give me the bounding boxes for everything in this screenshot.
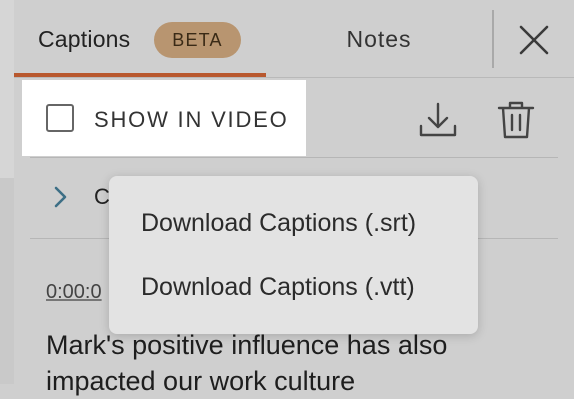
close-icon (519, 25, 549, 55)
caption-timestamp[interactable]: 0:00:0 (46, 281, 108, 304)
tabs-divider (492, 10, 494, 68)
download-vtt-option[interactable]: Download Captions (.vtt) (109, 256, 478, 318)
left-strip-upper (0, 0, 14, 178)
show-in-video-label: SHOW IN VIDEO (94, 107, 289, 132)
caption-text: Mark's positive influence has also impac… (46, 330, 448, 396)
tab-notes-label: Notes (346, 26, 412, 52)
captions-toolbar: SHOW IN VIDEO (14, 78, 574, 158)
tab-captions[interactable]: Captions BETA (14, 0, 266, 78)
close-button[interactable] (510, 16, 558, 64)
chevron-right-icon (50, 182, 72, 212)
download-menu: Download Captions (.srt) Download Captio… (109, 176, 478, 334)
show-in-video-toggle[interactable]: SHOW IN VIDEO (22, 80, 306, 156)
beta-badge: BETA (154, 22, 241, 58)
show-in-video-checkbox[interactable] (46, 104, 74, 132)
left-strip (0, 0, 14, 384)
delete-button[interactable] (494, 98, 538, 142)
download-icon (419, 102, 457, 137)
download-srt-option[interactable]: Download Captions (.srt) (109, 192, 478, 254)
tab-bar: Captions BETA Notes (14, 0, 574, 78)
trash-icon (497, 101, 535, 139)
tab-notes[interactable]: Notes (266, 0, 492, 78)
tab-captions-label: Captions (38, 26, 131, 52)
download-button[interactable] (416, 98, 460, 142)
